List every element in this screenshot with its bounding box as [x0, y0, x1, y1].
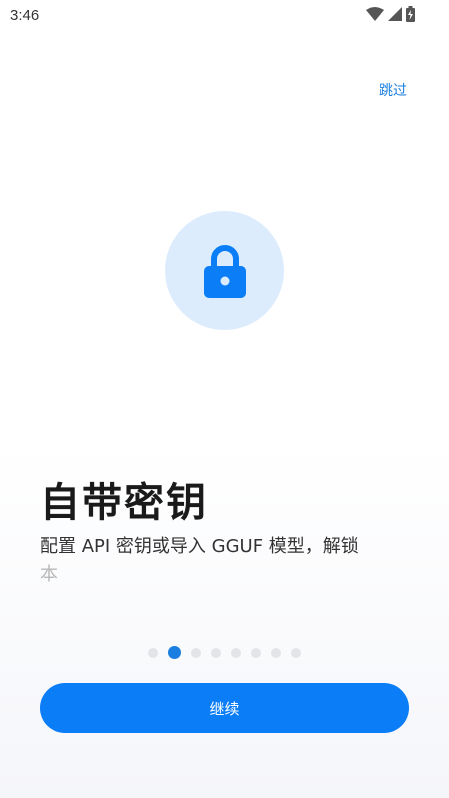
status-bar: 3:46 [0, 0, 449, 32]
page-subtitle: 配置 API 密钥或导入 GGUF 模型，解锁 本 [40, 533, 410, 589]
pager-dot[interactable] [291, 647, 301, 658]
pager-dot[interactable] [271, 647, 281, 658]
pager-dot[interactable] [251, 647, 261, 658]
wifi-icon [366, 7, 384, 21]
status-icons [366, 6, 415, 22]
signal-icon [388, 7, 402, 21]
pager-dot[interactable] [191, 647, 201, 658]
lock-icon [203, 244, 246, 298]
pager-dot[interactable] [231, 647, 241, 658]
subtitle-faded: 本 [40, 564, 58, 585]
subtitle-main: 配置 API 密钥或导入 GGUF 模型，解锁 [40, 536, 359, 557]
battery-icon [406, 6, 415, 22]
status-time: 3:46 [10, 7, 40, 24]
pager-dot[interactable] [211, 647, 221, 658]
skip-button[interactable]: 跳过 [379, 80, 407, 100]
page-title: 自带密钥 [40, 480, 208, 526]
hero-circle [165, 211, 284, 330]
pager-dot[interactable] [168, 646, 181, 659]
continue-button[interactable]: 继续 [40, 683, 409, 733]
pager-dot[interactable] [148, 647, 158, 658]
page-indicator [0, 646, 449, 659]
